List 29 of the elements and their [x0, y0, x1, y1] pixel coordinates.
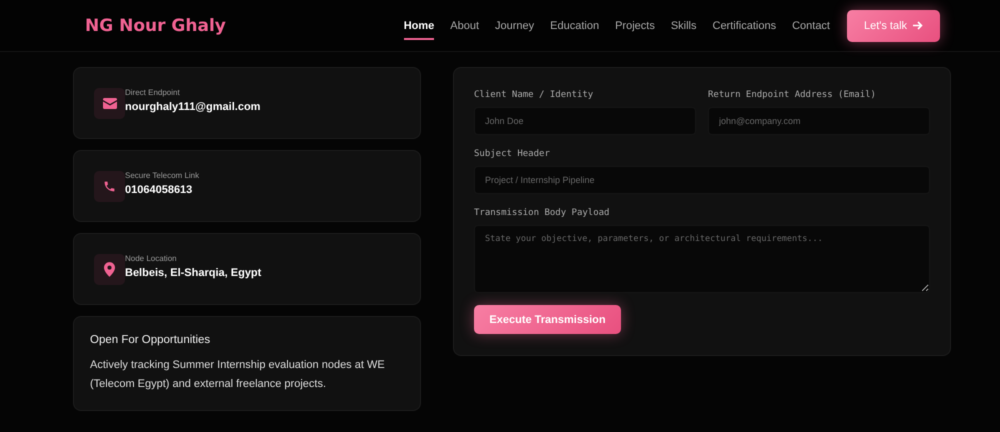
- nav-link[interactable]: Home: [396, 0, 442, 51]
- contact-label: Node Location: [125, 254, 178, 262]
- nav-link[interactable]: Skills: [662, 0, 704, 51]
- nav-link[interactable]: Contact: [784, 0, 838, 51]
- contact-value: Belbeis, El-Sharqia, Egypt: [125, 266, 262, 278]
- contact-value: 01064058613: [125, 184, 194, 196]
- nav-link[interactable]: Journey: [487, 0, 542, 51]
- contact-label: Direct Endpoint: [125, 88, 181, 96]
- nav-link[interactable]: Education: [542, 0, 608, 51]
- card-title: Open For Opportunities: [90, 334, 212, 346]
- nav-link[interactable]: Projects: [607, 0, 663, 51]
- site-logo: NG Nour Ghaly: [85, 16, 227, 36]
- contact-label: Secure Telecom Link: [125, 170, 200, 180]
- input-field[interactable]: Project / Internship Pipeline: [474, 166, 930, 194]
- field-label: Transmission Body Payload: [474, 208, 610, 218]
- arrow-right-icon: [913, 21, 924, 30]
- card-description: Actively tracking Summer Internship evaluation nodes at WE (Telecom Egypt) and external freelance projects.: [90, 358, 386, 392]
- input-field[interactable]: john@company.com: [708, 107, 930, 135]
- message-field[interactable]: State your objective, parameters, or architectural requirements...: [474, 225, 930, 293]
- phone-icon: [103, 180, 116, 192]
- map-pin-icon: [104, 262, 115, 276]
- field-label: Client Name / Identity: [474, 90, 594, 100]
- envelope-icon: [102, 98, 116, 108]
- contact-value: nourghaly111@gmail.com: [125, 100, 260, 112]
- nav-link[interactable]: Certifications: [704, 0, 784, 51]
- input-field[interactable]: John Doe: [474, 107, 696, 135]
- nav-link[interactable]: About: [442, 0, 487, 51]
- field-label: Return Endpoint Address (Email): [708, 90, 877, 100]
- field-label: Subject Header: [474, 149, 551, 159]
